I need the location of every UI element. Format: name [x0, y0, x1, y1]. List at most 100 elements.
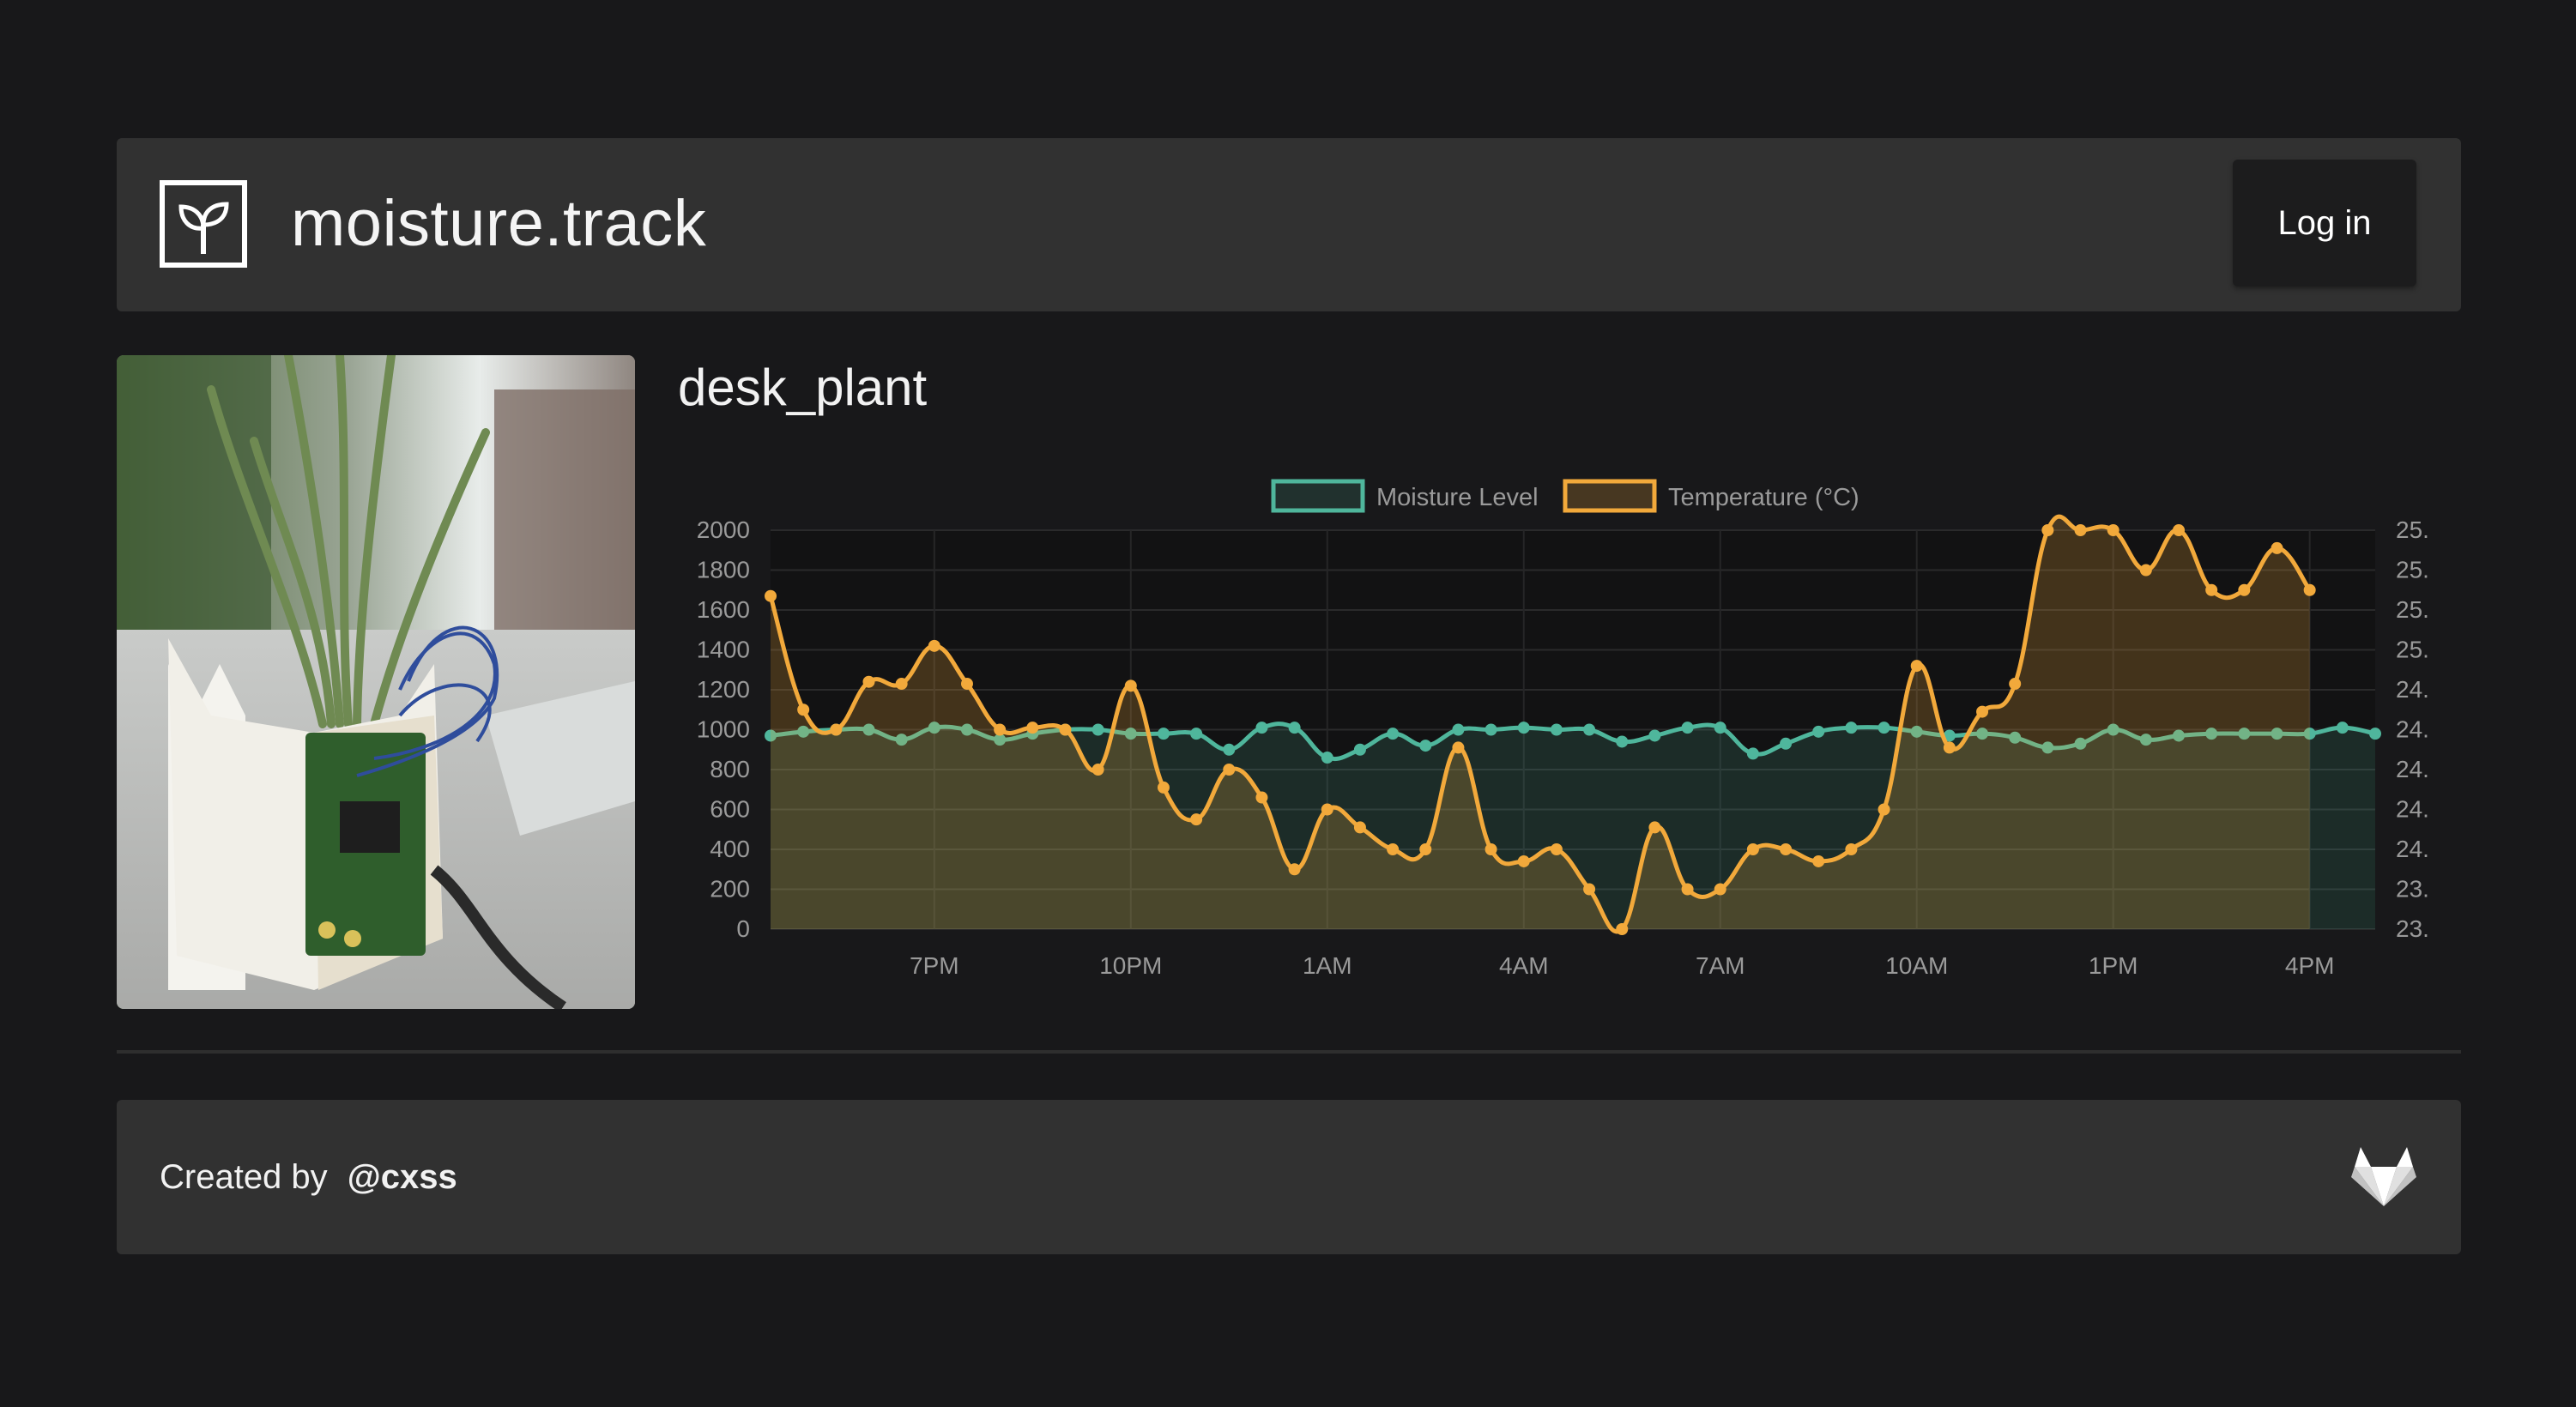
data-point — [1681, 722, 1694, 734]
brand-title[interactable]: moisture.track — [291, 188, 706, 260]
data-point — [1485, 843, 1497, 855]
legend-label: Temperature (°C) — [1668, 484, 1859, 511]
x-tick-label: 4AM — [1499, 952, 1549, 979]
data-point — [2369, 728, 2381, 740]
data-point — [1288, 863, 1301, 876]
author-link[interactable]: @cxss — [348, 1158, 457, 1196]
y-left-tick-label: 1400 — [697, 637, 750, 663]
data-point — [1845, 843, 1858, 855]
data-point — [2139, 564, 2152, 577]
data-point — [1780, 737, 1793, 750]
data-point — [765, 589, 777, 602]
y-right-tick-label: 23.8 — [2396, 876, 2428, 903]
credit-prefix: Created by — [160, 1158, 328, 1196]
data-point — [2303, 583, 2316, 596]
data-point — [1714, 722, 1726, 734]
data-point — [1387, 728, 1400, 740]
sprout-icon[interactable] — [160, 180, 247, 268]
site-footer: Created by @cxss — [117, 1100, 2461, 1254]
data-point — [1157, 781, 1170, 794]
y-right-tick-label: 25.0 — [2396, 637, 2428, 663]
data-point — [1485, 723, 1497, 736]
data-point — [1255, 791, 1268, 804]
data-point — [1255, 722, 1268, 734]
data-point — [928, 639, 940, 652]
data-point — [1648, 821, 1661, 834]
data-point — [1746, 747, 1759, 760]
data-point — [1943, 741, 1956, 754]
data-point — [960, 678, 973, 691]
legend-swatch — [1271, 479, 1365, 513]
y-right-tick-label: 25.6 — [2396, 516, 2428, 543]
data-point — [1616, 735, 1629, 748]
x-tick-label: 10PM — [1099, 952, 1162, 979]
data-point — [1583, 723, 1596, 736]
gitlab-icon[interactable] — [2349, 1144, 2418, 1208]
x-tick-label: 4PM — [2285, 952, 2335, 979]
data-point — [1517, 854, 1530, 867]
data-point — [1091, 764, 1104, 776]
data-point — [1223, 764, 1236, 776]
data-point — [1812, 854, 1825, 867]
data-point — [862, 675, 875, 688]
credit: Created by @cxss — [160, 1155, 457, 1199]
data-point — [1419, 843, 1432, 855]
data-point — [1321, 803, 1333, 816]
data-point — [2107, 524, 2119, 536]
data-point — [2009, 678, 2022, 691]
data-point — [1845, 722, 1858, 734]
data-point — [1059, 723, 1072, 736]
data-point — [1223, 743, 1236, 756]
plant-name: desk_plant — [678, 359, 928, 416]
data-point — [1419, 740, 1432, 752]
x-tick-label: 10AM — [1885, 952, 1948, 979]
x-tick-label: 1PM — [2089, 952, 2138, 979]
data-point — [797, 704, 810, 716]
legend-swatch — [1563, 479, 1657, 513]
y-right-tick-label: 25.2 — [2396, 596, 2428, 623]
data-point — [895, 678, 908, 691]
data-point — [1517, 722, 1530, 734]
y-right-tick-label: 24.8 — [2396, 676, 2428, 703]
data-point — [830, 723, 843, 736]
data-point — [1583, 883, 1596, 896]
data-point — [1746, 843, 1759, 855]
data-point — [1091, 723, 1104, 736]
y-right-tick-label: 24.0 — [2396, 836, 2428, 862]
data-point — [1387, 843, 1400, 855]
y-left-tick-label: 1800 — [697, 557, 750, 583]
data-point — [2173, 524, 2186, 536]
legend-label: Moisture Level — [1376, 484, 1539, 511]
data-point — [1878, 803, 1890, 816]
y-left-tick-label: 1200 — [697, 676, 750, 703]
data-point — [1353, 743, 1366, 756]
data-point — [2041, 524, 2054, 536]
y-left-tick-label: 400 — [710, 836, 750, 862]
y-right-tick-label: 25.4 — [2396, 557, 2428, 583]
data-point — [1550, 843, 1563, 855]
y-right-tick-label: 23.6 — [2396, 915, 2428, 942]
data-point — [1452, 741, 1465, 754]
data-point — [994, 723, 1007, 736]
y-left-tick-label: 2000 — [697, 516, 750, 543]
data-point — [1157, 728, 1170, 740]
data-point — [1910, 660, 1923, 673]
y-right-tick-label: 24.6 — [2396, 716, 2428, 743]
login-button[interactable]: Log in — [2233, 160, 2416, 287]
y-left-tick-label: 200 — [710, 876, 750, 903]
data-point — [1026, 722, 1039, 734]
data-point — [1353, 821, 1366, 834]
y-left-tick-label: 1000 — [697, 716, 750, 743]
data-point — [2271, 541, 2283, 554]
data-point — [1288, 722, 1301, 734]
x-tick-label: 1AM — [1303, 952, 1352, 979]
data-point — [1190, 728, 1203, 740]
data-point — [1878, 722, 1890, 734]
y-left-tick-label: 600 — [710, 796, 750, 823]
data-point — [1681, 883, 1694, 896]
data-point — [2074, 524, 2087, 536]
data-point — [1550, 723, 1563, 736]
site-header: moisture.track Log in — [117, 138, 2461, 311]
plant-photo — [117, 355, 635, 1009]
moisture-temperature-chart: 200018001600140012001000800600400200025.… — [697, 479, 2428, 979]
